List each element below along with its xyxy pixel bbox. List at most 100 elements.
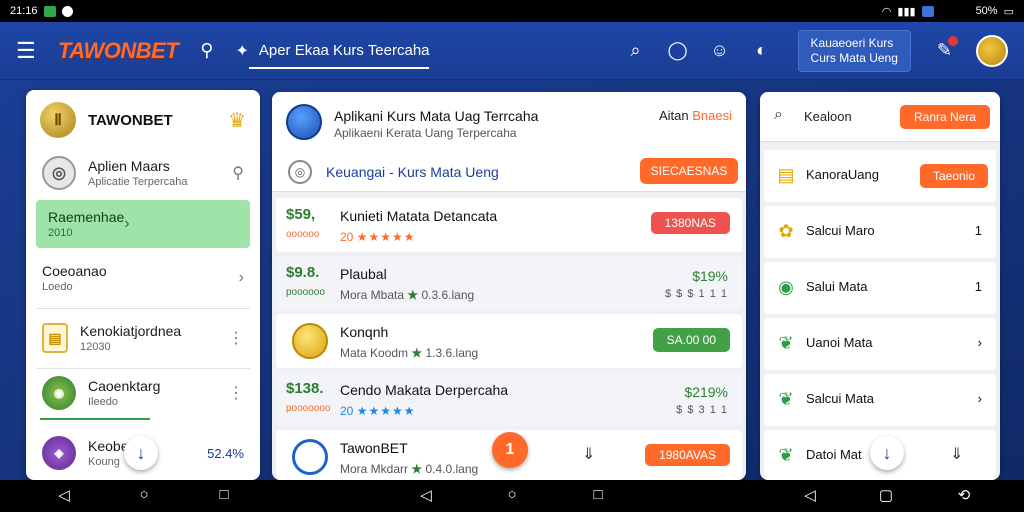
smile-icon[interactable]: ☺ (710, 40, 730, 61)
list-item[interactable]: ❦ Uanoi Mata › (764, 318, 996, 370)
table-row[interactable]: $9.8. poooooo Plaubal Mora Mbata ★ 0.3.6… (276, 256, 742, 310)
row-name: Kunieti Matata Detancata (340, 208, 498, 224)
left-panel-brand: TAWONBET (88, 111, 173, 129)
share-icon[interactable]: ⇓ (950, 444, 963, 464)
notification-bell-icon[interactable]: ✎ (937, 36, 958, 61)
app-logo[interactable]: TAWONBET (58, 38, 179, 64)
info-icon[interactable]: ◐ (752, 40, 772, 61)
list-item[interactable]: Coeoanao Loedo › (26, 250, 260, 306)
search-icon[interactable]: ⌕ (626, 40, 646, 61)
menu-icon[interactable]: ☰ (16, 38, 46, 64)
left-panel: Ⅱ TAWONBET ♛ ◎ Aplien Maars Aplicatie Te… (26, 90, 260, 480)
brand-coin-icon: Ⅱ (40, 102, 76, 138)
row-meta-version: 0.4.0.lang (425, 462, 479, 476)
list-item-title: Aplien Maars (88, 158, 170, 174)
download-icon[interactable]: ⇓ (582, 444, 595, 464)
silver-coin-icon: ◎ (42, 156, 76, 190)
main-panel-header: Aplikani Kurs Mata Uag Terrcaha Aplikaen… (272, 92, 746, 192)
right-search-bar[interactable]: ⌕ Kealoon Ranra Nera (760, 92, 1000, 142)
list-item-title: Kenokiatjordnea (80, 323, 182, 339)
row-price-sub: poooooo (286, 287, 325, 298)
more-options-icon[interactable]: ⋮ (228, 328, 244, 348)
chat-icon[interactable]: ◯ (668, 40, 688, 61)
account-line-2: Curs Mata Ueng (810, 50, 898, 65)
chevron-right-icon: › (977, 391, 982, 406)
list-item-label: Datoi Mat (806, 447, 862, 462)
category-button[interactable]: SIECAESNAS (640, 158, 738, 184)
table-row[interactable]: $138. pooooooo Cendo Makata Derpercaha 2… (276, 372, 742, 426)
globe-icon (286, 104, 322, 140)
signal-icon: ▮▮▮ (897, 5, 916, 18)
purple-coin-icon: ◈ (42, 436, 76, 470)
coins-icon: ✿ (778, 220, 794, 241)
row-price: $59, (286, 206, 316, 223)
notification-icon (43, 5, 56, 17)
trophy-icon[interactable]: ♛ (228, 108, 246, 133)
header-right-text[interactable]: Aitan Bnaesi (659, 108, 732, 123)
list-item[interactable]: ◎ Aplien Maars Aplicatie Terpercaha ⚲ (26, 150, 260, 196)
row-price-sub: oooooo (286, 229, 320, 240)
list-item[interactable]: ◉ Salui Mata 1 (764, 262, 996, 314)
row-meta: Mora Mkdarr (340, 462, 409, 476)
header-subtitle: Aplikaeni Kerata Uang Terpercaha (334, 126, 517, 140)
chevron-right-icon: › (238, 269, 244, 286)
search-icon[interactable]: ⌕ (774, 106, 783, 124)
list-item-button[interactable]: Taeonio (920, 164, 988, 188)
recents-icon[interactable]: □ (214, 486, 234, 503)
back-icon[interactable]: ◁ (54, 486, 74, 504)
row-name: TawonBET (340, 440, 408, 456)
chevron-right-icon: › (124, 215, 130, 232)
recents-icon[interactable]: ▢ (876, 486, 896, 504)
document-icon: ▤ (42, 323, 68, 353)
home-icon[interactable]: ○ (502, 486, 522, 503)
star-rating-icon: ★★★★★ (356, 230, 416, 244)
rotate-icon[interactable]: ⟲ (954, 486, 974, 504)
table-row[interactable]: $59, oooooo Kunieti Matata Detancata 20 … (276, 198, 742, 252)
search-button[interactable]: Ranra Nera (900, 105, 990, 129)
row-action-button[interactable]: 1380NAS (650, 212, 730, 234)
right-panel: ⌕ Kealoon Ranra Nera ▤ KanoraUang Taeoni… (760, 92, 1000, 480)
recents-icon[interactable]: □ (588, 486, 608, 503)
leaf-icon: ❦ (778, 332, 794, 353)
account-box[interactable]: Kauaeoeri Kurs Curs Mata Ueng (797, 29, 911, 72)
floating-action-button[interactable]: 1 (492, 432, 528, 468)
user-icon[interactable]: ⚲ (200, 40, 213, 61)
table-row[interactable]: Konqnh Mata Koodm ★ 1.3.6.lang SA.00 00 (276, 314, 742, 368)
row-action-button[interactable]: SA.00 00 (652, 328, 730, 352)
page-title: Aper Ekaa Kurs Teercaha (258, 42, 430, 59)
row-meta-version: 0.3.6.lang (421, 288, 475, 302)
list-item-value: 1 (974, 223, 982, 238)
notification-dot (948, 36, 958, 46)
clock: 21:16 (10, 5, 38, 17)
row-action-button[interactable]: 1980AVAS (645, 444, 730, 466)
home-icon[interactable]: ○ (134, 486, 154, 503)
list-item[interactable]: ▤ Kenokiatjordnea 12030 ⋮ (26, 310, 260, 366)
main-panel: Aplikani Kurs Mata Uag Terrcaha Aplikaen… (272, 92, 746, 480)
header-right-highlight: Bnaesi (692, 108, 732, 123)
list-item[interactable]: ▤ KanoraUang Taeonio (764, 150, 996, 202)
list-item[interactable]: ✿ Salcui Maro 1 (764, 206, 996, 258)
category-label[interactable]: Keuangai - Kurs Mata Ueng (326, 164, 499, 180)
row-meta: Mata Koodm (340, 346, 409, 360)
more-options-icon[interactable]: ⋮ (228, 383, 244, 403)
row-percent-sub: $ $ 3 1 1 (676, 404, 728, 416)
list-item-active[interactable]: Raemenhae 2010 › (36, 200, 250, 248)
row-name: Plaubal (340, 266, 387, 282)
download-fab[interactable]: ↓ (870, 436, 904, 470)
row-price-sub: pooooooo (286, 403, 331, 414)
gift-icon: ✦ (235, 42, 249, 60)
back-icon[interactable]: ◁ (800, 486, 820, 504)
status-bar: 21:16 ◠ ▮▮▮ 50% ▭ (0, 0, 1024, 22)
list-item[interactable]: ◉ Caoenktarg Ileedo ⋮ (26, 370, 260, 416)
globe-green-icon: ◉ (778, 276, 794, 297)
list-item-label: Salcui Mata (806, 391, 874, 406)
avatar[interactable] (976, 34, 1008, 67)
leaf-icon: ❦ (778, 444, 794, 465)
star-icon: ★ (411, 462, 423, 476)
bulb-icon[interactable]: ⚲ (232, 163, 244, 183)
page-title-tab[interactable]: ✦ Aper Ekaa Kurs Teercaha (235, 22, 430, 79)
left-panel-header: Ⅱ TAWONBET ♛ (26, 90, 260, 150)
download-fab[interactable]: ↓ (124, 436, 158, 470)
list-item[interactable]: ❦ Salcui Mata › (764, 374, 996, 426)
back-icon[interactable]: ◁ (416, 486, 436, 504)
